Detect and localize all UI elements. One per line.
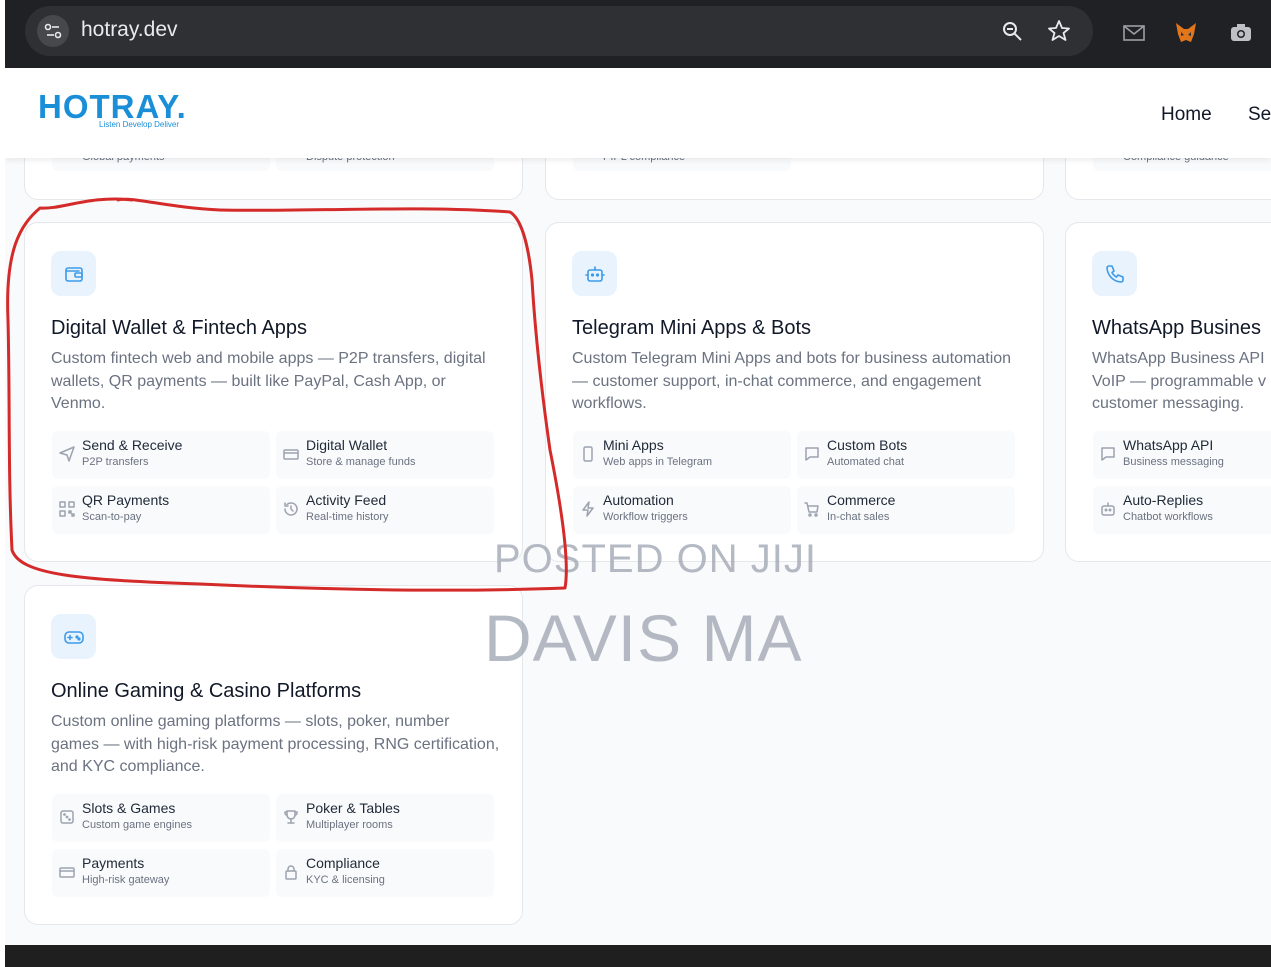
gamepad-icon xyxy=(51,614,96,659)
feature-name: Mini Apps xyxy=(603,437,664,453)
dice-icon xyxy=(59,809,75,825)
mail-extension-icon[interactable] xyxy=(1121,20,1147,46)
nav-services-link[interactable]: Se xyxy=(1248,104,1271,126)
chat-icon xyxy=(1100,446,1116,462)
feature-sub: Real-time history xyxy=(306,511,389,523)
feature-sub: KYC & licensing xyxy=(306,874,385,886)
card-description: WhatsApp Business API VoIP — programmabl… xyxy=(1092,350,1267,412)
bolt-icon xyxy=(580,501,596,517)
phone-icon xyxy=(580,446,596,462)
feature-name: Send & Receive xyxy=(82,437,183,453)
feature-compliance: Compliance KYC & licensing xyxy=(276,849,494,897)
card-title: WhatsApp Busines xyxy=(1092,317,1261,339)
metamask-fox-icon[interactable] xyxy=(1173,20,1199,46)
card-description: Custom Telegram Mini Apps and bots for b… xyxy=(572,350,1012,412)
feature-automation: Automation Workflow triggers xyxy=(573,486,791,534)
feature-custom-bots: Custom Bots Automated chat xyxy=(797,431,1015,479)
card-description: Custom fintech web and mobile apps — P2P… xyxy=(51,350,486,412)
feature-sub: Multiplayer rooms xyxy=(306,819,393,831)
bookmark-star-icon[interactable] xyxy=(1047,19,1071,43)
feature-sub: Scan-to-pay xyxy=(82,511,142,523)
watermark-line-1: POSTED ON JIJI xyxy=(494,537,817,581)
webpage-viewport: HOTRAY. Listen Develop Deliver Home Se G… xyxy=(5,68,1271,945)
card-title: Online Gaming & Casino Platforms xyxy=(51,680,362,702)
card-title: Digital Wallet & Fintech Apps xyxy=(51,317,308,339)
bot-icon xyxy=(1100,501,1116,517)
service-card-telegram[interactable]: Telegram Mini Apps & Bots Custom Telegra… xyxy=(545,222,1044,562)
history-icon xyxy=(283,501,299,517)
feature-name: Payments xyxy=(82,855,145,871)
feature-whatsapp-api: WhatsApp API Business messaging xyxy=(1093,431,1271,479)
feature-name: Slots & Games xyxy=(82,800,176,816)
feature-send-receive: Send & Receive P2P transfers xyxy=(52,431,270,479)
feature-sub: Store & manage funds xyxy=(306,456,416,468)
cart-icon xyxy=(804,501,820,517)
site-info-icon[interactable] xyxy=(37,15,69,47)
address-bar[interactable]: hotray.dev xyxy=(25,6,1093,56)
feature-qr-payments: QR Payments Scan-to-pay xyxy=(52,486,270,534)
phone-call-icon xyxy=(1092,251,1137,296)
feature-sub: High-risk gateway xyxy=(82,874,170,886)
feature-name: Activity Feed xyxy=(306,492,387,508)
card-icon xyxy=(59,864,75,880)
search-icon[interactable] xyxy=(1000,19,1024,43)
camera-extension-icon[interactable] xyxy=(1228,20,1254,46)
os-taskbar xyxy=(5,945,1271,967)
send-icon xyxy=(59,446,75,462)
feature-name: Custom Bots xyxy=(827,437,908,453)
service-card-whatsapp[interactable]: WhatsApp Busines WhatsApp Business API V… xyxy=(1065,222,1271,562)
feature-payments: Payments High-risk gateway xyxy=(52,849,270,897)
card-icon xyxy=(283,446,299,462)
feature-digital-wallet: Digital Wallet Store & manage funds xyxy=(276,431,494,479)
qr-icon xyxy=(59,501,75,517)
feature-sub: Chatbot workflows xyxy=(1123,511,1213,523)
feature-sub: Workflow triggers xyxy=(603,511,688,523)
feature-name: WhatsApp API xyxy=(1123,437,1214,453)
feature-slots-games: Slots & Games Custom game engines xyxy=(52,794,270,842)
url-text[interactable]: hotray.dev xyxy=(81,18,178,42)
feature-commerce: Commerce In-chat sales xyxy=(797,486,1015,534)
feature-name: Automation xyxy=(603,492,674,508)
service-card-digital-wallet[interactable]: Digital Wallet & Fintech Apps Custom fin… xyxy=(24,222,523,562)
feature-sub: P2P transfers xyxy=(82,456,149,468)
service-card-gaming[interactable]: Online Gaming & Casino Platforms Custom … xyxy=(24,585,523,925)
browser-toolbar: hotray.dev xyxy=(5,0,1271,68)
feature-name: Commerce xyxy=(827,492,896,508)
nav-home-link[interactable]: Home xyxy=(1161,104,1212,126)
feature-name: QR Payments xyxy=(82,492,170,508)
feature-name: Auto-Replies xyxy=(1123,492,1204,508)
feature-sub: Automated chat xyxy=(827,456,905,468)
card-description: Custom online gaming platforms — slots, … xyxy=(51,713,500,775)
lock-icon xyxy=(283,864,299,880)
feature-mini-apps: Mini Apps Web apps in Telegram xyxy=(573,431,791,479)
card-title: Telegram Mini Apps & Bots xyxy=(572,317,811,339)
site-header: HOTRAY. Listen Develop Deliver Home Se xyxy=(5,68,1271,158)
bot-icon xyxy=(572,251,617,296)
feature-auto-replies: Auto-Replies Chatbot workflows xyxy=(1093,486,1271,534)
logo-tagline: Listen Develop Deliver xyxy=(99,120,180,129)
wallet-icon xyxy=(51,251,96,296)
feature-sub: Web apps in Telegram xyxy=(603,456,713,468)
feature-name: Poker & Tables xyxy=(306,800,400,816)
feature-name: Digital Wallet xyxy=(306,437,388,453)
feature-sub: In-chat sales xyxy=(827,511,890,523)
feature-poker-tables: Poker & Tables Multiplayer rooms xyxy=(276,794,494,842)
chat-icon xyxy=(804,446,820,462)
trophy-icon xyxy=(283,809,299,825)
feature-activity-feed: Activity Feed Real-time history xyxy=(276,486,494,534)
feature-name: Compliance xyxy=(306,855,380,871)
feature-sub: Business messaging xyxy=(1123,456,1224,468)
feature-sub: Custom game engines xyxy=(82,819,193,831)
watermark-line-2: DAVIS MA xyxy=(484,601,803,675)
